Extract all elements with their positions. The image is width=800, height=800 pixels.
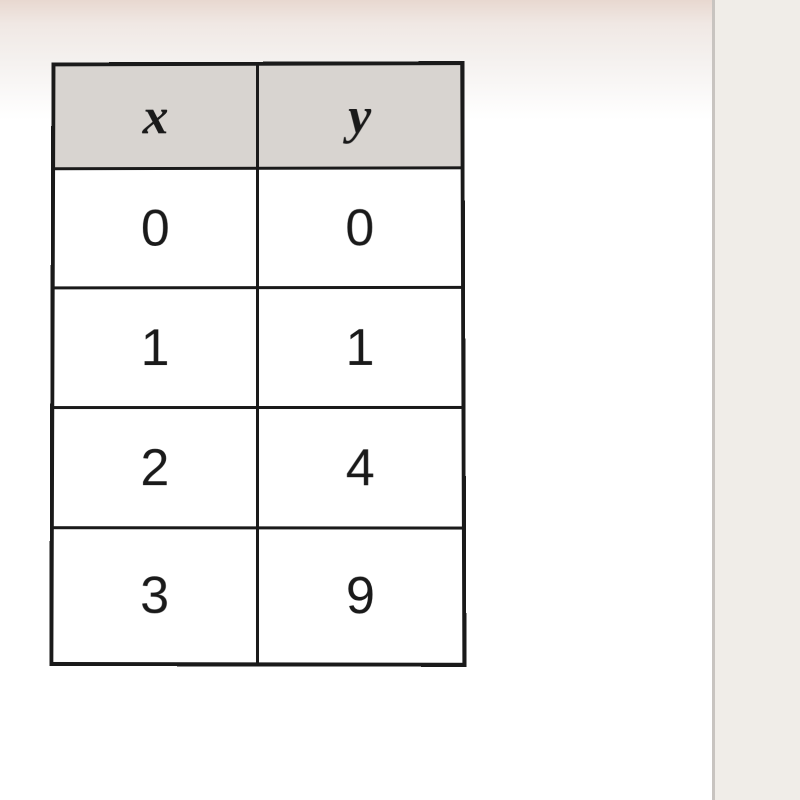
xy-table: x y 0 0 1 1 2 4 3 9	[49, 61, 466, 667]
cell-x: 1	[52, 288, 257, 408]
cell-x: 3	[51, 528, 257, 665]
table-row: 1 1	[52, 287, 463, 407]
cell-y: 9	[258, 528, 465, 665]
table-row: 2 4	[52, 407, 464, 528]
cell-y: 4	[258, 407, 464, 528]
table-row: 0 0	[53, 168, 463, 288]
table-header-row: x y	[53, 63, 463, 169]
page-divider	[712, 0, 715, 800]
cell-x: 0	[53, 168, 258, 288]
data-table-container: x y 0 0 1 1 2 4 3 9	[49, 61, 466, 667]
table-row: 3 9	[51, 528, 464, 665]
page-background-right	[715, 0, 800, 800]
header-x: x	[53, 64, 257, 169]
header-y: y	[258, 63, 463, 168]
cell-x: 2	[52, 408, 258, 528]
cell-y: 1	[258, 287, 464, 407]
cell-y: 0	[258, 168, 464, 288]
